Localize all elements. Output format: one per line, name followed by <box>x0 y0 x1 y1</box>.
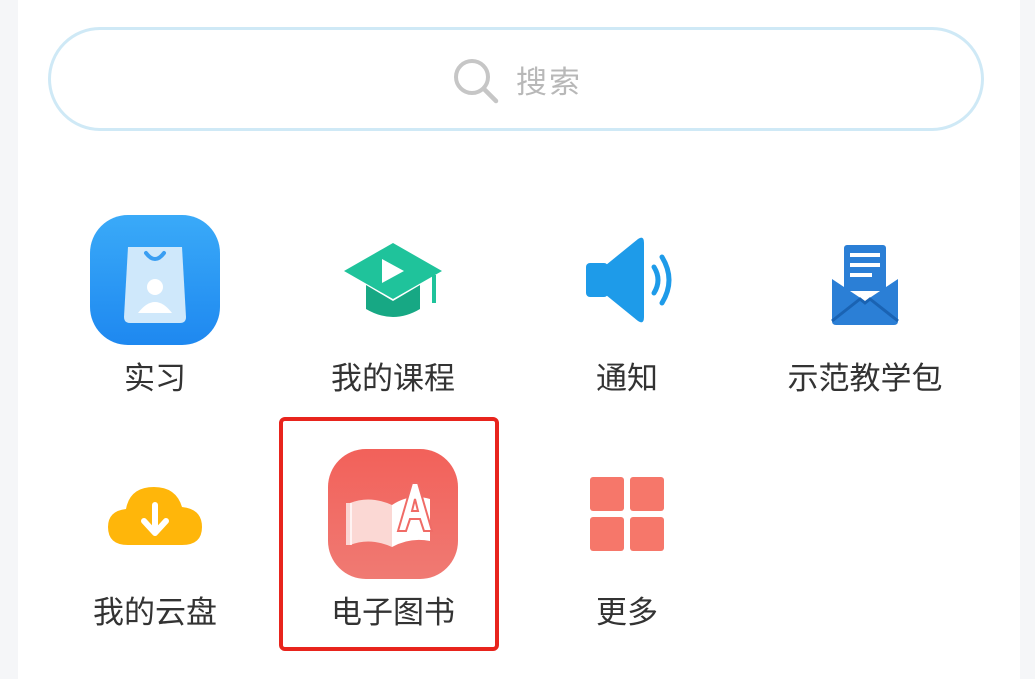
app-label: 示范教学包 <box>787 361 943 397</box>
ebook-icon <box>323 444 463 584</box>
internship-bag-icon <box>85 210 225 350</box>
app-ebook[interactable]: 电子图书 <box>278 444 508 664</box>
app-label: 实习 <box>124 361 186 397</box>
app-notice[interactable]: 通知 <box>512 210 742 430</box>
search-icon <box>454 59 499 104</box>
app-my-cloud-drive[interactable]: 我的云盘 <box>40 444 270 664</box>
app-my-courses[interactable]: 我的课程 <box>278 210 508 430</box>
app-internship[interactable]: 实习 <box>40 210 270 430</box>
app-label: 通知 <box>596 361 658 397</box>
speaker-icon <box>557 210 697 350</box>
search-bar[interactable]: 搜索 <box>48 27 984 131</box>
app-label: 电子图书 <box>331 595 455 631</box>
grid-more-icon <box>557 444 697 584</box>
app-label: 我的云盘 <box>93 595 217 631</box>
app-label: 我的课程 <box>331 361 455 397</box>
mail-envelope-icon <box>795 210 935 350</box>
app-teaching-package[interactable]: 示范教学包 <box>750 210 980 430</box>
course-cap-icon <box>323 210 463 350</box>
app-more[interactable]: 更多 <box>512 444 742 664</box>
cloud-download-icon <box>85 444 225 584</box>
search-placeholder: 搜索 <box>516 64 582 101</box>
app-label: 更多 <box>596 595 658 631</box>
